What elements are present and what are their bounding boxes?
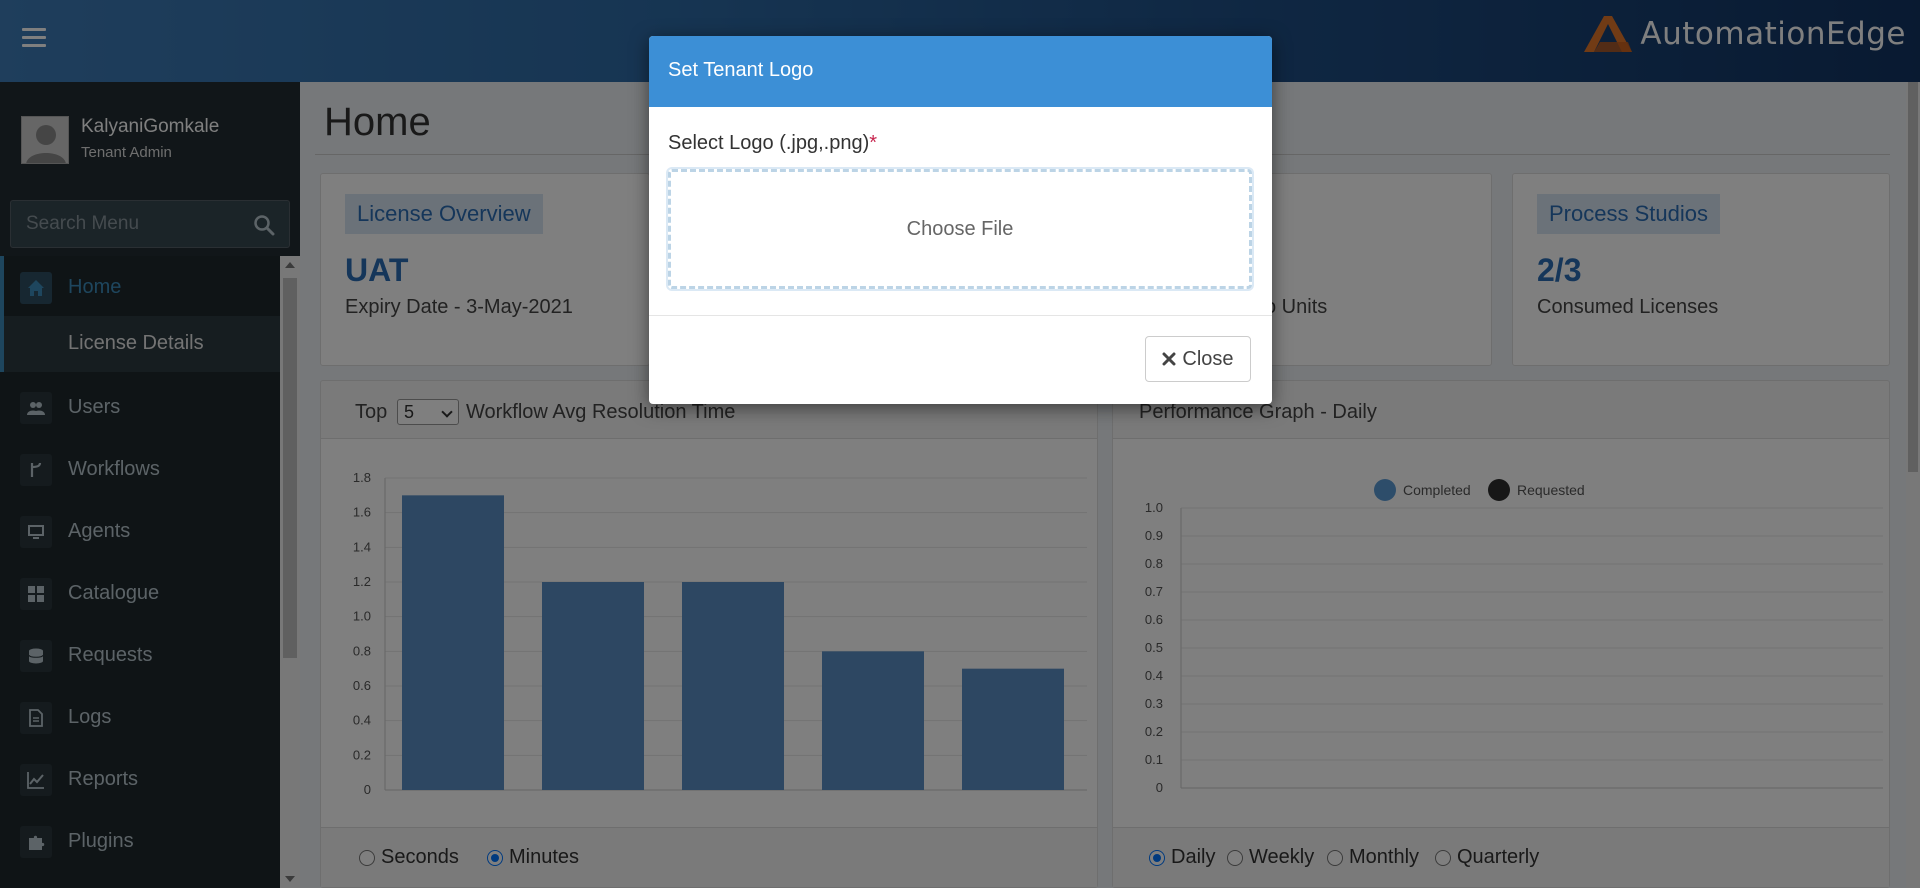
choose-file-text: Choose File: [906, 218, 1014, 240]
field-label-text: Select Logo (.jpg,.png): [668, 132, 870, 154]
field-label: Select Logo (.jpg,.png)*: [668, 132, 877, 155]
close-button[interactable]: Close: [1145, 336, 1251, 382]
close-label: Close: [1182, 347, 1234, 370]
divider: [649, 315, 1272, 316]
set-tenant-logo-modal: Set Tenant Logo Select Logo (.jpg,.png)*…: [649, 36, 1272, 404]
required-mark: *: [869, 132, 878, 154]
modal-header: Set Tenant Logo: [649, 36, 1272, 107]
close-icon: [1162, 352, 1176, 366]
modal-title: Set Tenant Logo: [668, 59, 814, 81]
file-dropzone[interactable]: Choose File: [668, 169, 1252, 289]
